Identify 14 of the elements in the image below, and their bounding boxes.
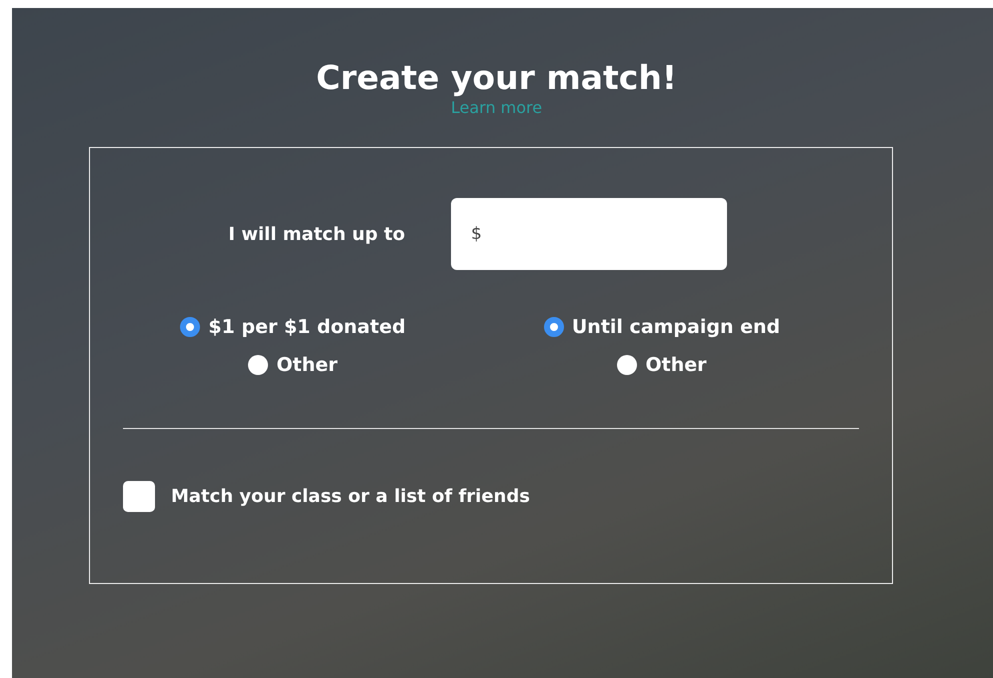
option-label: Other [645, 354, 707, 376]
radio-button[interactable] [248, 355, 268, 376]
radio-button[interactable] [544, 317, 564, 338]
amount-label: I will match up to [227, 224, 405, 245]
checkbox-label: Match your class or a list of friends [171, 486, 530, 508]
page-title: Create your match! [316, 60, 677, 96]
option-label: Other [276, 354, 338, 376]
option-label: Until campaign end [572, 316, 780, 338]
option-label: $1 per $1 donated [208, 316, 406, 338]
learn-more-link[interactable]: Learn more [450, 98, 542, 118]
checkbox[interactable] [123, 481, 155, 512]
radio-button[interactable] [180, 317, 200, 338]
amount-input-field[interactable]: $ [451, 198, 727, 270]
radio-button[interactable] [617, 355, 638, 376]
